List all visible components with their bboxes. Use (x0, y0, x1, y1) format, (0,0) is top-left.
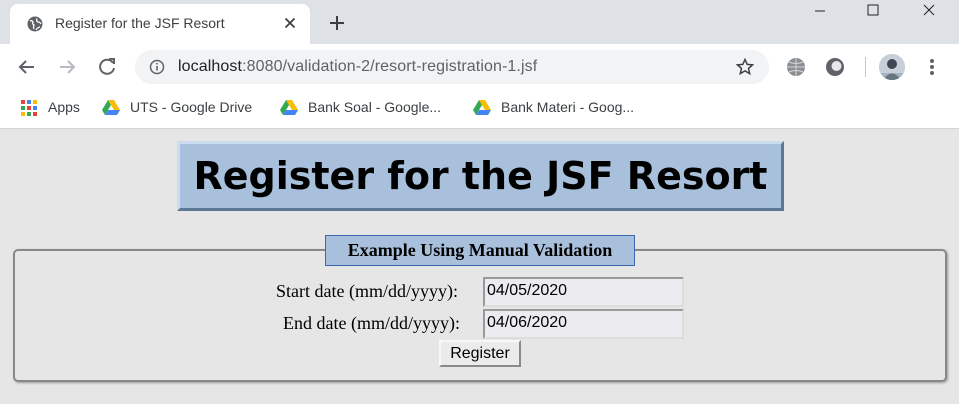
start-date-label: Start date (mm/dd/yyyy): (276, 281, 458, 301)
page-content: Register for the JSF Resort Example Usin… (0, 130, 959, 404)
avatar-image (879, 54, 905, 80)
reload-icon[interactable] (96, 56, 118, 78)
url-host: localhost (178, 58, 243, 75)
bookmarks-bar: Apps UTS - Google Drive Bank Soal - Goog… (0, 90, 959, 129)
maximize-icon[interactable] (850, 0, 896, 30)
extension-globe-icon[interactable] (785, 56, 807, 78)
bookmark-label: UTS - Google Drive (130, 99, 253, 115)
url-path: :8080/validation-2/resort-registration-1… (242, 58, 538, 75)
google-drive-icon (102, 100, 120, 115)
close-tab-icon[interactable] (282, 15, 298, 31)
url-text[interactable]: localhost:8080/validation-2/resort-regis… (178, 58, 537, 76)
end-date-input[interactable]: 04/06/2020 (483, 309, 684, 339)
browser-tab[interactable]: Register for the JSF Resort (10, 4, 310, 44)
fieldset-legend: Example Using Manual Validation (325, 235, 635, 266)
more-menu-icon[interactable] (922, 56, 942, 78)
apps-grid-icon (21, 100, 37, 116)
forward-arrow-icon[interactable] (56, 56, 78, 78)
bookmark-label: Bank Soal - Google... (308, 99, 442, 115)
back-arrow-icon[interactable] (16, 56, 38, 78)
profile-avatar[interactable] (879, 54, 905, 80)
extension-circle-icon[interactable] (824, 56, 846, 78)
register-button[interactable]: Register (439, 340, 521, 367)
google-drive-icon (280, 100, 298, 115)
start-date-input[interactable]: 04/05/2020 (483, 277, 684, 307)
page-title: Register for the JSF Resort (193, 154, 768, 198)
new-tab-icon[interactable] (328, 14, 346, 32)
google-drive-icon (473, 100, 491, 115)
tab-strip: Register for the JSF Resort (0, 0, 959, 44)
close-window-icon[interactable] (905, 0, 951, 30)
address-bar[interactable]: localhost:8080/validation-2/resort-regis… (135, 50, 769, 84)
bookmark-label: Bank Materi - Goog... (501, 99, 635, 115)
bookmark-label: Apps (48, 99, 80, 115)
end-date-label: End date (mm/dd/yyyy): (283, 313, 460, 333)
tab-title: Register for the JSF Resort (55, 15, 225, 31)
bookmark-star-icon[interactable] (736, 58, 754, 76)
minimize-icon[interactable] (797, 0, 843, 30)
toolbar-divider (865, 57, 866, 77)
browser-toolbar: localhost:8080/validation-2/resort-regis… (0, 44, 959, 90)
globe-icon (27, 16, 43, 32)
info-icon[interactable] (149, 59, 165, 75)
page-title-box: Register for the JSF Resort (177, 141, 784, 211)
